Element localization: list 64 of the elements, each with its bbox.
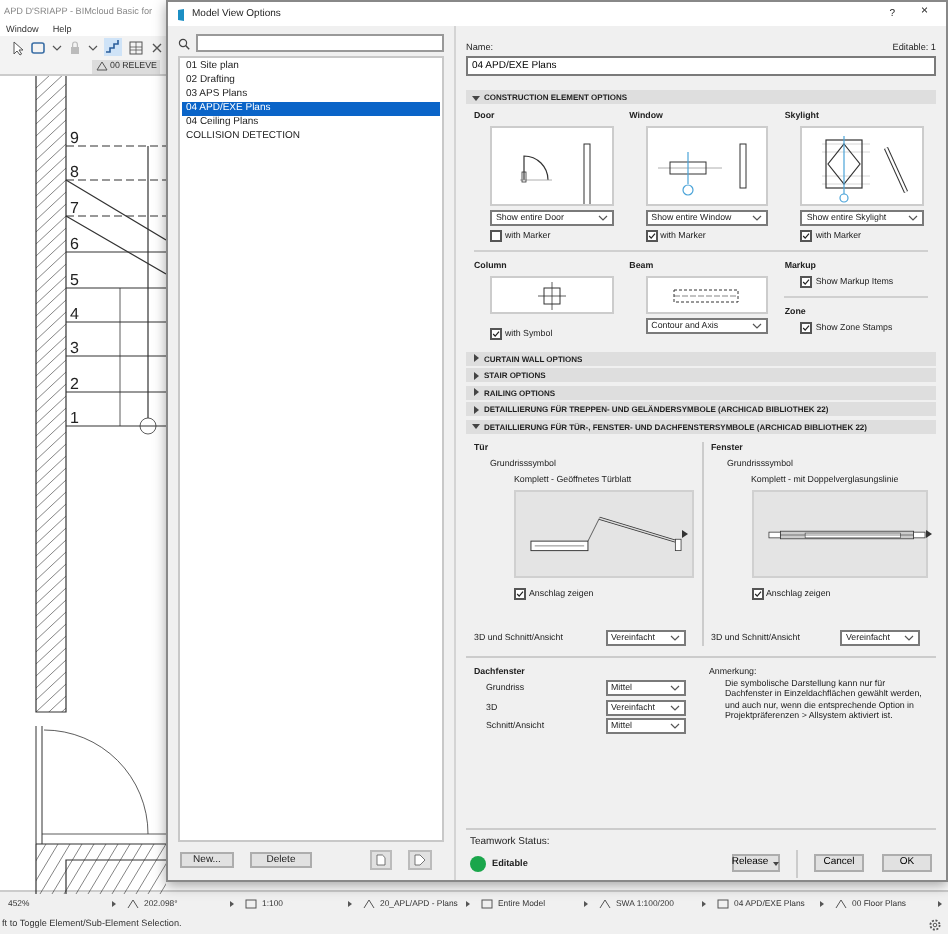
caret-icon bbox=[597, 214, 608, 222]
column-symbol-drawing bbox=[535, 279, 568, 311]
preview-panel[interactable] bbox=[514, 490, 693, 578]
status-icon bbox=[244, 897, 258, 909]
stair-tool-icon[interactable] bbox=[104, 38, 122, 56]
document-arrow-icon[interactable] bbox=[408, 849, 432, 869]
collapse-icon bbox=[472, 422, 480, 430]
caret-icon bbox=[936, 899, 944, 907]
stair-number: 7 bbox=[70, 199, 79, 217]
caret-icon bbox=[52, 43, 62, 51]
stair-number: 4 bbox=[70, 305, 79, 323]
app-icon bbox=[176, 7, 186, 21]
caret-icon bbox=[700, 899, 708, 907]
beam-symbol-drawing bbox=[670, 283, 743, 307]
checkbox[interactable] bbox=[490, 230, 502, 242]
checkbox[interactable] bbox=[800, 322, 813, 334]
caret-icon bbox=[669, 722, 679, 730]
status-icon bbox=[716, 897, 730, 909]
caret-icon bbox=[669, 684, 679, 692]
expand-icon bbox=[472, 405, 480, 413]
cross-icon[interactable] bbox=[150, 39, 164, 55]
grid-icon[interactable] bbox=[128, 39, 144, 55]
caret-icon bbox=[228, 899, 236, 907]
checkbox[interactable] bbox=[645, 230, 658, 242]
gear-icon[interactable] bbox=[928, 917, 942, 931]
search-field[interactable] bbox=[196, 34, 444, 52]
caret-icon bbox=[752, 322, 763, 330]
caret-icon bbox=[669, 633, 679, 641]
caret-icon bbox=[818, 899, 826, 907]
stair-number: 1 bbox=[70, 409, 79, 427]
stair-number: 6 bbox=[70, 235, 79, 253]
status-icon bbox=[480, 897, 494, 909]
status-icon bbox=[834, 897, 848, 909]
checkbox[interactable] bbox=[514, 587, 526, 599]
caret-icon bbox=[88, 43, 98, 51]
stair-number: 2 bbox=[70, 375, 79, 393]
checkbox[interactable] bbox=[751, 587, 763, 599]
status-icon bbox=[362, 897, 376, 909]
stair-number: 9 bbox=[70, 129, 79, 147]
caret-icon bbox=[752, 214, 763, 222]
stair-number: 8 bbox=[70, 163, 79, 181]
status-icon bbox=[598, 897, 612, 909]
caret-icon bbox=[907, 214, 918, 222]
collapse-icon bbox=[472, 93, 480, 101]
checkbox[interactable] bbox=[800, 230, 813, 242]
caret-icon bbox=[904, 633, 914, 641]
stair-number: 5 bbox=[70, 271, 79, 289]
rectangle-icon[interactable] bbox=[30, 39, 46, 55]
caret-icon bbox=[582, 899, 590, 907]
caret-icon bbox=[464, 899, 472, 907]
caret-icon bbox=[669, 703, 679, 711]
search-icon bbox=[178, 37, 190, 49]
expand-icon bbox=[472, 371, 480, 379]
expand-icon bbox=[472, 388, 480, 396]
expand-icon bbox=[472, 354, 480, 362]
caret-icon bbox=[346, 899, 354, 907]
caret-icon bbox=[772, 859, 781, 867]
checkbox[interactable] bbox=[490, 328, 502, 340]
checkbox[interactable] bbox=[800, 276, 813, 288]
caret-icon bbox=[110, 899, 118, 907]
next-icon bbox=[682, 530, 688, 538]
status-icon bbox=[126, 897, 140, 909]
stair-number: 3 bbox=[70, 339, 79, 357]
pointer-icon[interactable] bbox=[10, 39, 24, 55]
